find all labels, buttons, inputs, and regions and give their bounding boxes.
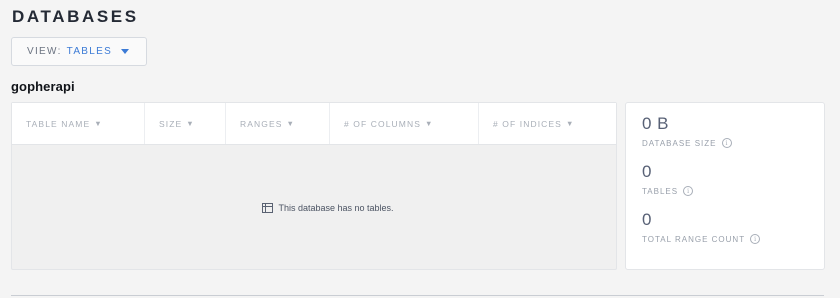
column-header-num-columns[interactable]: # OF COLUMNS ▼ [330,103,479,144]
chevron-down-icon [121,49,130,54]
column-header-num-indices[interactable]: # OF INDICES ▼ [479,103,616,144]
column-header-size[interactable]: SIZE ▼ [145,103,226,144]
view-selector-value: TABLES [66,46,113,57]
table-icon [262,203,274,213]
info-icon[interactable]: i [750,234,761,244]
info-icon[interactable]: i [683,186,694,196]
column-header-label: SIZE [159,118,183,129]
column-header-table-name[interactable]: TABLE NAME ▼ [12,103,145,144]
tables-table: TABLE NAME ▼ SIZE ▼ RANGES ▼ # OF COLUMN… [11,102,617,270]
database-summary-card: 0 B DATABASE SIZE i 0 TABLES i 0 TOTAL R… [625,102,825,270]
sort-down-icon: ▼ [424,119,434,128]
table-header-row: TABLE NAME ▼ SIZE ▼ RANGES ▼ # OF COLUMN… [12,103,616,145]
empty-state: This database has no tables. [12,203,616,213]
column-header-label: RANGES [240,118,283,129]
column-header-label: # OF INDICES [493,118,562,129]
view-selector-dropdown[interactable]: VIEW: TABLES [11,37,147,66]
sort-down-icon: ▼ [186,119,195,128]
page-title: DATABASES [12,7,139,26]
column-header-ranges[interactable]: RANGES ▼ [226,103,330,144]
section-divider [11,295,824,296]
column-header-label: TABLE NAME [26,118,91,129]
total-range-count-value: 0 [642,210,652,229]
view-selector-prefix: VIEW: [27,46,62,57]
stat-database-size: 0 B DATABASE SIZE i [642,115,732,148]
empty-state-message: This database has no tables. [278,203,394,213]
column-header-label: # OF COLUMNS [344,118,421,129]
sort-down-icon: ▼ [565,119,575,128]
database-name: gopherapi [11,79,75,94]
stat-total-range-count: 0 TOTAL RANGE COUNT i [642,210,761,244]
sort-down-icon: ▼ [94,119,103,128]
databases-page: DATABASES VIEW: TABLES gopherapi TABLE N… [0,0,840,298]
tables-count-label: TABLES [642,186,679,196]
info-icon[interactable]: i [721,138,732,148]
sort-down-icon: ▼ [286,119,296,128]
database-size-label: DATABASE SIZE [642,138,717,148]
tables-count-value: 0 [642,162,652,181]
stat-tables: 0 TABLES i [642,162,694,196]
total-range-count-label: TOTAL RANGE COUNT [642,234,746,244]
database-size-value: 0 B [642,114,670,133]
